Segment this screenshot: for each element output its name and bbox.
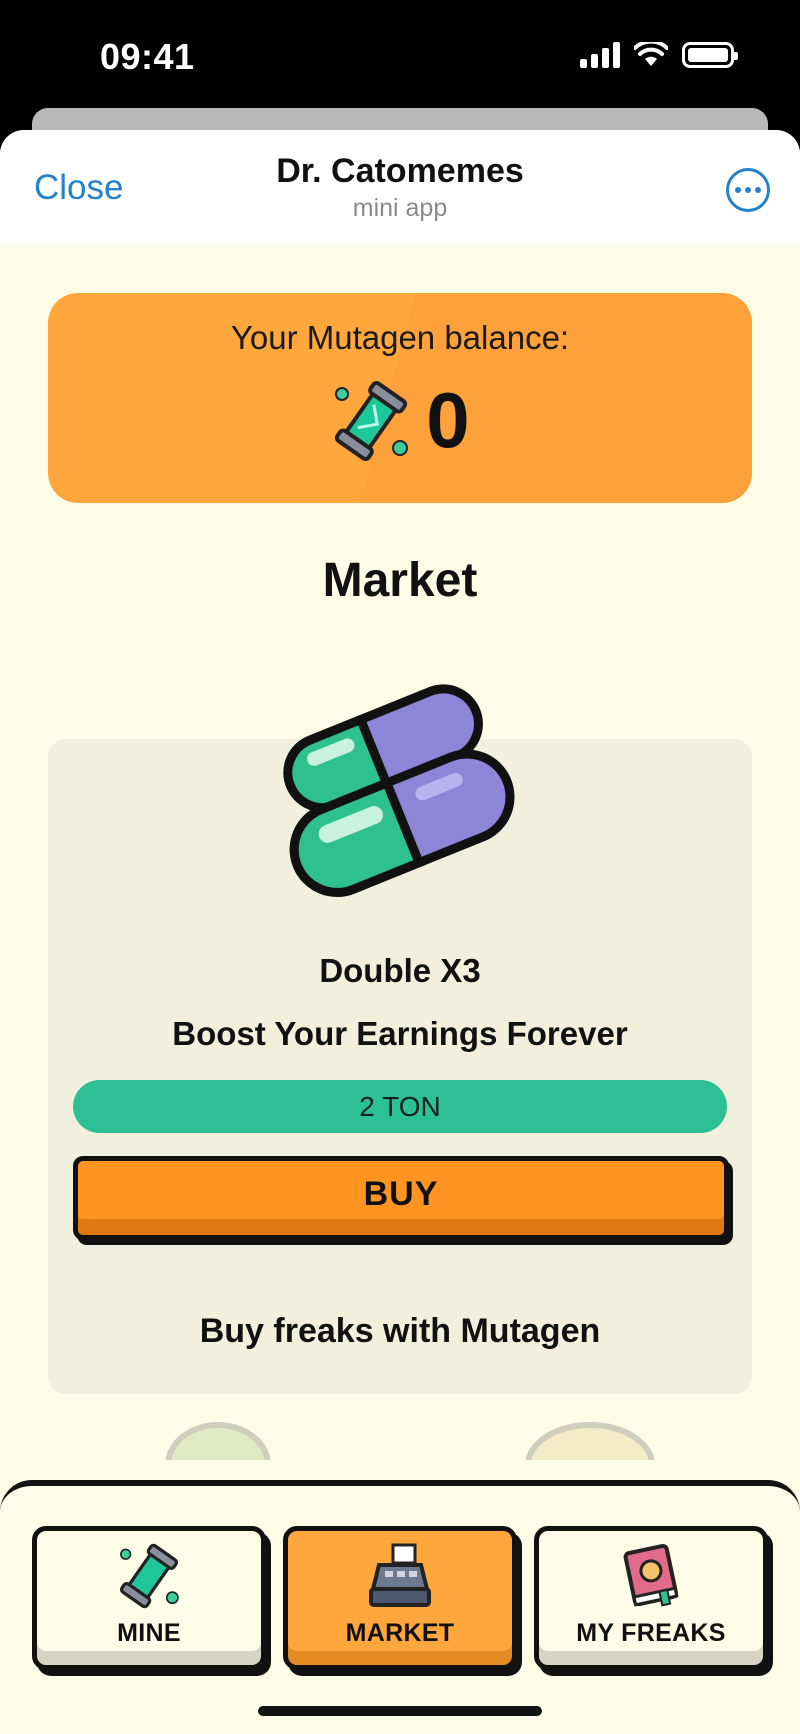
price-badge: 2 TON xyxy=(73,1080,727,1133)
balance-label: Your Mutagen balance: xyxy=(230,319,570,356)
balance-value: 0 xyxy=(426,376,470,464)
app-subtitle: mini app xyxy=(352,194,448,222)
freak-preview-image xyxy=(520,1410,700,1460)
product-description: Boost Your Earnings Forever xyxy=(172,1015,628,1052)
freaks-book-icon xyxy=(623,1543,679,1607)
bottom-navigation: MINE MARKET MY FREAKS xyxy=(0,1480,800,1734)
nav-tab-my-freaks[interactable]: MY FREAKS xyxy=(534,1526,768,1670)
mini-app-window: Close Dr. Catomemes mini app Your Mutage… xyxy=(0,130,800,1734)
battery-icon xyxy=(682,42,738,68)
more-options-button[interactable] xyxy=(726,168,770,212)
nav-label: MINE xyxy=(117,1619,181,1647)
buy-button[interactable]: BUY xyxy=(73,1156,729,1240)
nav-tab-market[interactable]: MARKET xyxy=(283,1526,517,1670)
cellular-signal-icon xyxy=(580,42,620,68)
nav-label: MY FREAKS xyxy=(576,1619,726,1647)
cash-register-icon xyxy=(369,1543,431,1607)
status-bar: 09:41 xyxy=(0,0,800,110)
freaks-section-title: Buy freaks with Mutagen xyxy=(199,1312,601,1350)
wifi-icon xyxy=(634,42,668,66)
mutagen-vial-icon xyxy=(119,1543,179,1609)
nav-tab-mine[interactable]: MINE xyxy=(32,1526,266,1670)
product-name: Double X3 xyxy=(319,952,481,989)
pill-capsules-icon xyxy=(283,684,515,897)
balance-card: Your Mutagen balance: 0 xyxy=(48,293,752,503)
app-title: Dr. Catomemes xyxy=(276,152,524,190)
status-icons xyxy=(580,42,738,68)
status-time: 09:41 xyxy=(100,36,195,77)
app-header: Close Dr. Catomemes mini app xyxy=(0,130,800,244)
market-title: Market xyxy=(322,554,478,607)
freak-preview-image xyxy=(158,1410,338,1460)
nav-label: MARKET xyxy=(345,1619,455,1647)
home-indicator xyxy=(258,1706,542,1716)
balance-row: 0 xyxy=(48,375,752,466)
mutagen-vial-icon xyxy=(335,380,409,461)
